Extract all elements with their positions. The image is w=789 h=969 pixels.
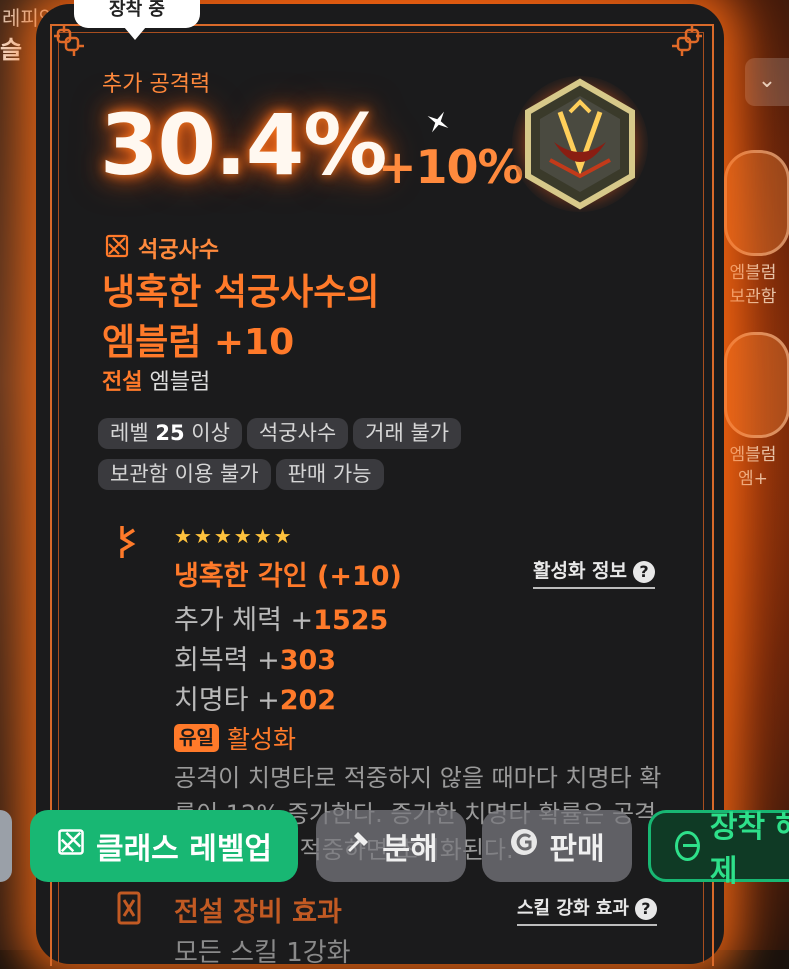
left-edge-button[interactable] (0, 810, 12, 882)
coin-icon (509, 827, 539, 865)
chevron-down-icon[interactable]: ⌄ (745, 58, 789, 106)
bg-left-text-2: 슬 (0, 36, 23, 64)
legend-effect-icon (116, 890, 142, 926)
tag-sell: 판매 가능 (275, 459, 384, 490)
hammer-icon (344, 828, 372, 864)
skill-effect-label: 스킬 강화 효과 (517, 898, 629, 919)
disassemble-label: 분해 (382, 832, 438, 867)
item-tags: 레벨 25 이상 석궁사수 거래 불가 보관함 이용 불가 판매 가능 (98, 418, 518, 500)
item-rarity: 전설 엠블럼 (102, 364, 210, 396)
side-label-1b: 보관함 (729, 287, 777, 307)
unique-text: 활성화 (226, 725, 296, 754)
tag-level: 레벨 25 이상 (98, 418, 242, 449)
engraving-icon (116, 524, 140, 560)
help-icon: ? (634, 898, 657, 920)
unequip-label: 장착 해제 (709, 810, 789, 889)
corner-knot-icon (52, 24, 86, 58)
class-levelup-button[interactable]: 클래스 레벨업 (30, 810, 298, 882)
activation-info-link[interactable]: 활성화 정보? (533, 556, 656, 589)
item-name-line-1: 냉혹한 석궁사수의 (102, 272, 380, 313)
side-label-2a: 엠블럼 (729, 445, 777, 465)
stat-line: 추가 체력 +1525 (174, 605, 389, 636)
side-label-2b: 엠+ (738, 469, 768, 489)
side-slot-emblem-1[interactable] (724, 150, 789, 256)
legend-effect-title: 전설 장비 효과 (174, 897, 342, 928)
minus-circle-icon (675, 831, 700, 861)
stat-line: 치명타 +202 (174, 685, 337, 716)
legend-effect-line: 모든 스킬 1강화 (174, 938, 351, 968)
side-label-1a: 엠블럼 (729, 263, 777, 283)
stat-bonus: +10% (378, 140, 524, 194)
rarity-label: 전설 (102, 370, 143, 395)
activation-info-label: 활성화 정보 (533, 560, 628, 582)
item-type: 엠블럼 (149, 370, 211, 395)
crossbow-icon (104, 233, 130, 263)
star-rating: ★★★★★★ (174, 524, 294, 548)
tag-class: 석궁사수 (246, 418, 349, 449)
engraving-title: 냉혹한 각인 (+10) (174, 561, 402, 592)
stat-value: 30.4% (100, 96, 387, 194)
item-name-line-2: 엠블럼 +10 (102, 322, 295, 363)
tag-trade: 거래 불가 (353, 418, 462, 449)
item-class-name: 석궁사수 (138, 238, 219, 263)
sell-label: 판매 (549, 832, 605, 867)
sell-button[interactable]: 판매 (482, 810, 632, 882)
class-levelup-label: 클래스 레벨업 (95, 832, 273, 867)
side-slot-emblem-2[interactable] (724, 332, 789, 438)
emblem-icon (510, 72, 650, 222)
stat-label: 추가 공격력 (102, 72, 211, 97)
unique-row: 유일 활성화 (174, 720, 296, 756)
sparkle-icon (424, 108, 452, 136)
stat-line: 회복력 +303 (174, 645, 337, 676)
item-name: 냉혹한 석궁사수의 엠블럼 +10 (102, 268, 462, 368)
unequip-button[interactable]: 장착 해제 (648, 810, 789, 889)
crossbow-icon (56, 827, 86, 865)
equipped-tooltip: 장착 중 (74, 0, 200, 28)
item-class-row: 석궁사수 (104, 233, 219, 263)
skill-effect-link[interactable]: 스킬 강화 효과? (517, 894, 657, 926)
help-icon: ? (633, 561, 656, 583)
disassemble-button[interactable]: 분해 (316, 810, 466, 882)
tooltip-tail (124, 27, 146, 40)
corner-knot-icon (670, 24, 704, 58)
tag-storage: 보관함 이용 불가 (98, 459, 271, 490)
unique-badge: 유일 (174, 724, 219, 752)
